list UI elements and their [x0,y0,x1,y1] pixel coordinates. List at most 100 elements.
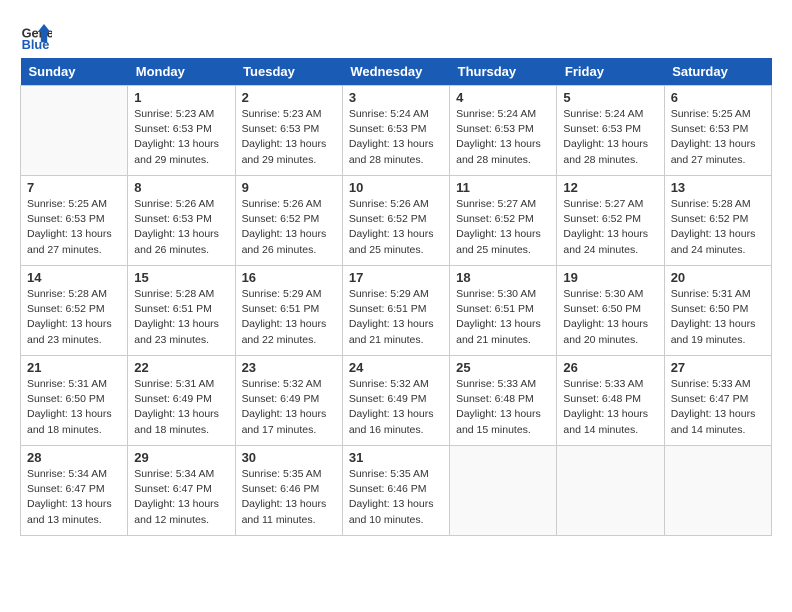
day-number: 6 [671,90,765,105]
day-info: Sunrise: 5:26 AM Sunset: 6:52 PM Dayligh… [242,197,336,258]
day-info: Sunrise: 5:32 AM Sunset: 6:49 PM Dayligh… [349,377,443,438]
day-info: Sunrise: 5:24 AM Sunset: 6:53 PM Dayligh… [456,107,550,168]
header-row: SundayMondayTuesdayWednesdayThursdayFrid… [21,58,772,86]
week-row-1: 1 Sunrise: 5:23 AM Sunset: 6:53 PM Daylig… [21,86,772,176]
day-cell: 19Sunrise: 5:30 AM Sunset: 6:50 PM Dayli… [557,266,664,356]
day-cell: 30 Sunrise: 5:35 AM Sunset: 6:46 PM Dayli… [235,446,342,536]
header-cell-saturday: Saturday [664,58,771,86]
day-info: Sunrise: 5:34 AM Sunset: 6:47 PM Dayligh… [27,467,121,528]
day-cell: 12 Sunrise: 5:27 AM Sunset: 6:52 PM Dayli… [557,176,664,266]
day-number: 23 [242,360,336,375]
day-info: Sunrise: 5:26 AM Sunset: 6:52 PM Dayligh… [349,197,443,258]
day-number: 4 [456,90,550,105]
day-cell [450,446,557,536]
day-number: 1 [134,90,228,105]
day-number: 7 [27,180,121,195]
day-number: 27 [671,360,765,375]
day-cell [21,86,128,176]
day-number: 8 [134,180,228,195]
day-number: 13 [671,180,765,195]
page-header: General Blue [20,20,772,52]
day-cell: 13 Sunrise: 5:28 AM Sunset: 6:52 PM Dayli… [664,176,771,266]
day-number: 21 [27,360,121,375]
day-number: 15 [134,270,228,285]
day-info: Sunrise: 5:31 AM Sunset: 6:50 PM Dayligh… [27,377,121,438]
day-info: Sunrise: 5:28 AM Sunset: 6:52 PM Dayligh… [27,287,121,348]
day-info: Sunrise: 5:32 AM Sunset: 6:49 PM Dayligh… [242,377,336,438]
day-info: Sunrise: 5:28 AM Sunset: 6:51 PM Dayligh… [134,287,228,348]
day-number: 11 [456,180,550,195]
header-cell-friday: Friday [557,58,664,86]
day-cell: 25 Sunrise: 5:33 AM Sunset: 6:48 PM Dayli… [450,356,557,446]
day-info: Sunrise: 5:31 AM Sunset: 6:50 PM Dayligh… [671,287,765,348]
day-cell: 31Sunrise: 5:35 AM Sunset: 6:46 PM Dayli… [342,446,449,536]
header-cell-sunday: Sunday [21,58,128,86]
day-cell: 29 Sunrise: 5:34 AM Sunset: 6:47 PM Dayli… [128,446,235,536]
day-cell: 7Sunrise: 5:25 AM Sunset: 6:53 PM Daylig… [21,176,128,266]
day-cell: 17 Sunrise: 5:29 AM Sunset: 6:51 PM Dayli… [342,266,449,356]
day-info: Sunrise: 5:34 AM Sunset: 6:47 PM Dayligh… [134,467,228,528]
day-number: 12 [563,180,657,195]
logo-icon: General Blue [20,20,52,52]
day-cell: 1 Sunrise: 5:23 AM Sunset: 6:53 PM Daylig… [128,86,235,176]
day-number: 9 [242,180,336,195]
day-info: Sunrise: 5:24 AM Sunset: 6:53 PM Dayligh… [349,107,443,168]
header-cell-thursday: Thursday [450,58,557,86]
calendar-body: 1 Sunrise: 5:23 AM Sunset: 6:53 PM Daylig… [21,86,772,536]
day-number: 26 [563,360,657,375]
day-number: 31 [349,450,443,465]
day-cell: 10 Sunrise: 5:26 AM Sunset: 6:52 PM Dayli… [342,176,449,266]
day-cell: 15 Sunrise: 5:28 AM Sunset: 6:51 PM Dayli… [128,266,235,356]
day-number: 30 [242,450,336,465]
day-number: 5 [563,90,657,105]
day-info: Sunrise: 5:25 AM Sunset: 6:53 PM Dayligh… [671,107,765,168]
week-row-3: 14 Sunrise: 5:28 AM Sunset: 6:52 PM Dayli… [21,266,772,356]
day-info: Sunrise: 5:31 AM Sunset: 6:49 PM Dayligh… [134,377,228,438]
day-info: Sunrise: 5:27 AM Sunset: 6:52 PM Dayligh… [563,197,657,258]
day-info: Sunrise: 5:23 AM Sunset: 6:53 PM Dayligh… [242,107,336,168]
day-cell: 16Sunrise: 5:29 AM Sunset: 6:51 PM Dayli… [235,266,342,356]
day-cell: 6 Sunrise: 5:25 AM Sunset: 6:53 PM Daylig… [664,86,771,176]
week-row-5: 28 Sunrise: 5:34 AM Sunset: 6:47 PM Dayli… [21,446,772,536]
day-number: 29 [134,450,228,465]
day-number: 22 [134,360,228,375]
day-cell: 20Sunrise: 5:31 AM Sunset: 6:50 PM Dayli… [664,266,771,356]
day-info: Sunrise: 5:30 AM Sunset: 6:51 PM Dayligh… [456,287,550,348]
day-info: Sunrise: 5:28 AM Sunset: 6:52 PM Dayligh… [671,197,765,258]
day-number: 19 [563,270,657,285]
header-cell-tuesday: Tuesday [235,58,342,86]
day-number: 24 [349,360,443,375]
day-cell: 22 Sunrise: 5:31 AM Sunset: 6:49 PM Dayli… [128,356,235,446]
day-info: Sunrise: 5:35 AM Sunset: 6:46 PM Dayligh… [242,467,336,528]
day-number: 17 [349,270,443,285]
day-info: Sunrise: 5:23 AM Sunset: 6:53 PM Dayligh… [134,107,228,168]
day-cell: 14 Sunrise: 5:28 AM Sunset: 6:52 PM Dayli… [21,266,128,356]
day-info: Sunrise: 5:29 AM Sunset: 6:51 PM Dayligh… [349,287,443,348]
day-cell: 5 Sunrise: 5:24 AM Sunset: 6:53 PM Daylig… [557,86,664,176]
day-info: Sunrise: 5:24 AM Sunset: 6:53 PM Dayligh… [563,107,657,168]
day-cell: 24 Sunrise: 5:32 AM Sunset: 6:49 PM Dayli… [342,356,449,446]
day-cell: 28 Sunrise: 5:34 AM Sunset: 6:47 PM Dayli… [21,446,128,536]
calendar-table: SundayMondayTuesdayWednesdayThursdayFrid… [20,58,772,536]
day-number: 14 [27,270,121,285]
day-info: Sunrise: 5:33 AM Sunset: 6:47 PM Dayligh… [671,377,765,438]
header-cell-wednesday: Wednesday [342,58,449,86]
day-cell: 21 Sunrise: 5:31 AM Sunset: 6:50 PM Dayli… [21,356,128,446]
day-info: Sunrise: 5:33 AM Sunset: 6:48 PM Dayligh… [456,377,550,438]
day-cell: 2 Sunrise: 5:23 AM Sunset: 6:53 PM Daylig… [235,86,342,176]
day-number: 28 [27,450,121,465]
day-number: 3 [349,90,443,105]
day-number: 2 [242,90,336,105]
day-cell: 18 Sunrise: 5:30 AM Sunset: 6:51 PM Dayli… [450,266,557,356]
day-cell [557,446,664,536]
day-number: 10 [349,180,443,195]
day-info: Sunrise: 5:29 AM Sunset: 6:51 PM Dayligh… [242,287,336,348]
day-cell [664,446,771,536]
day-cell: 8Sunrise: 5:26 AM Sunset: 6:53 PM Daylig… [128,176,235,266]
day-cell: 4 Sunrise: 5:24 AM Sunset: 6:53 PM Daylig… [450,86,557,176]
day-info: Sunrise: 5:33 AM Sunset: 6:48 PM Dayligh… [563,377,657,438]
day-cell: 23 Sunrise: 5:32 AM Sunset: 6:49 PM Dayli… [235,356,342,446]
week-row-4: 21 Sunrise: 5:31 AM Sunset: 6:50 PM Dayli… [21,356,772,446]
day-number: 18 [456,270,550,285]
day-number: 25 [456,360,550,375]
